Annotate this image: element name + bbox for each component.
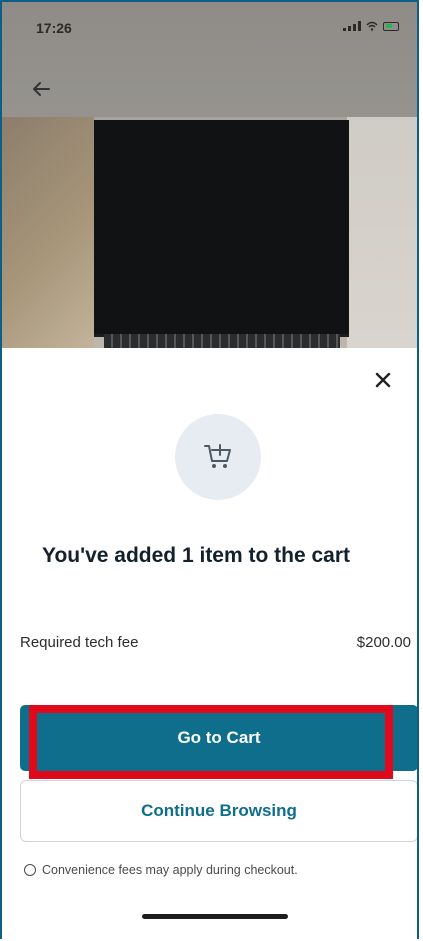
product-image: [2, 2, 417, 348]
back-arrow-icon: [33, 82, 50, 96]
cart-add-icon: [204, 444, 231, 468]
tech-fee-row: Required tech fee $200.00: [20, 630, 411, 654]
back-button[interactable]: [28, 77, 54, 101]
image-background-right: [347, 117, 417, 348]
footnote-text: Convenience fees may apply during checko…: [42, 863, 298, 877]
wifi-icon: [366, 21, 378, 31]
continue-browsing-button[interactable]: Continue Browsing: [20, 780, 417, 842]
fee-label: Required tech fee: [20, 633, 139, 651]
status-bar: 17:26: [2, 16, 417, 40]
continue-browsing-label: Continue Browsing: [141, 801, 297, 820]
battery-icon: [383, 21, 399, 31]
go-to-cart-label: Go to Cart: [177, 728, 261, 747]
go-to-cart-button[interactable]: Go to Cart: [20, 705, 417, 779]
laptop-keyboard: [104, 334, 340, 348]
convenience-fee-note: Convenience fees may apply during checko…: [24, 863, 417, 877]
confirmation-heading: You've added 1 item to the cart: [42, 544, 351, 567]
close-button[interactable]: [371, 368, 395, 392]
home-indicator: [142, 914, 288, 919]
image-background-left: [2, 117, 94, 348]
cart-illustration: [175, 414, 261, 500]
fee-value: $200.00: [356, 633, 411, 651]
status-icons: [343, 21, 399, 31]
info-icon: [24, 864, 36, 876]
added-to-cart-sheet: You've added 1 item to the cart Required…: [2, 348, 417, 939]
signal-icon: [343, 21, 361, 31]
app-frame: 17:26 You've added 1 item to the cart Re…: [0, 0, 419, 939]
laptop-screen: [94, 120, 349, 337]
close-icon: [375, 372, 391, 388]
status-time: 17:26: [36, 20, 72, 36]
